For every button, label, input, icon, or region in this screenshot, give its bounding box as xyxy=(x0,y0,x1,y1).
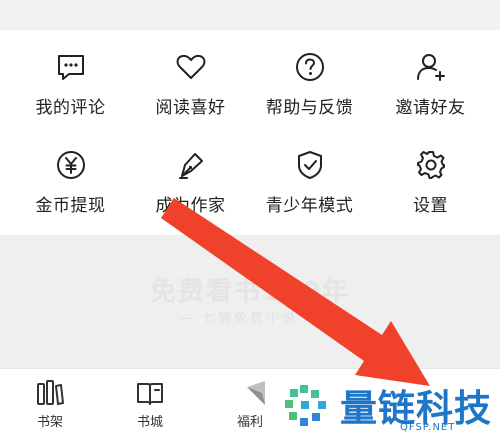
menu-item-label: 设置 xyxy=(413,196,448,216)
tab-label: 书城 xyxy=(136,415,163,430)
heart-icon xyxy=(176,54,205,79)
menu-panel: 我的评论 阅读喜好 帮助与反馈 邀请好友 金币提现 成为作家 青少年模式 设置 xyxy=(0,30,500,235)
pen-nib-icon xyxy=(178,153,203,179)
tab-bookstore[interactable]: 书城 xyxy=(120,379,180,430)
menu-item-help-feedback[interactable]: 帮助与反馈 xyxy=(247,30,372,120)
gear-icon xyxy=(416,151,445,179)
menu-item-settings[interactable]: 设置 xyxy=(368,128,493,218)
menu-item-become-writer[interactable]: 成为作家 xyxy=(128,128,253,218)
menu-item-label: 我的评论 xyxy=(35,98,106,118)
menu-item-label: 成为作家 xyxy=(155,196,226,216)
tab-label: 书架 xyxy=(36,415,63,430)
tab-bookshelf[interactable]: 书架 xyxy=(20,379,80,430)
shield-check-icon xyxy=(297,151,322,179)
gift-icon xyxy=(247,381,265,405)
menu-item-label: 金币提现 xyxy=(35,196,106,216)
menu-item-teen-mode[interactable]: 青少年模式 xyxy=(247,128,372,218)
watermark-logo-icon xyxy=(285,385,326,426)
tab-welfare[interactable]: 福利 xyxy=(220,379,280,430)
watermark: 量链科技 QFSP.NET xyxy=(282,378,500,435)
banner-title: 免费看书100年 xyxy=(149,277,351,307)
menu-item-label: 邀请好友 xyxy=(395,98,466,118)
help-icon xyxy=(295,53,324,81)
coin-yuan-icon xyxy=(56,151,85,179)
menu-item-label: 阅读喜好 xyxy=(155,98,226,118)
book-icon xyxy=(137,383,163,405)
menu-item-label: 青少年模式 xyxy=(265,196,354,216)
tab-label: 福利 xyxy=(236,415,263,430)
menu-item-label: 帮助与反馈 xyxy=(265,98,354,118)
menu-grid: 我的评论 阅读喜好 帮助与反馈 邀请好友 金币提现 成为作家 青少年模式 设置 xyxy=(0,30,500,235)
menu-item-invite-friends[interactable]: 邀请好友 xyxy=(368,30,493,120)
bookshelf-icon xyxy=(37,380,64,405)
menu-item-coin-withdraw[interactable]: 金币提现 xyxy=(8,128,133,218)
top-spacer xyxy=(0,0,500,30)
banner-subtitle: — 七猫免费小说 — xyxy=(178,311,322,326)
comment-icon xyxy=(57,55,84,80)
menu-item-reading-preferences[interactable]: 阅读喜好 xyxy=(128,30,253,120)
watermark-url: QFSP.NET xyxy=(400,422,456,433)
promo-banner[interactable]: 免费看书100年 — 七猫免费小说 — xyxy=(0,235,500,368)
add-user-icon xyxy=(416,54,445,81)
menu-item-my-comments[interactable]: 我的评论 xyxy=(8,30,133,120)
